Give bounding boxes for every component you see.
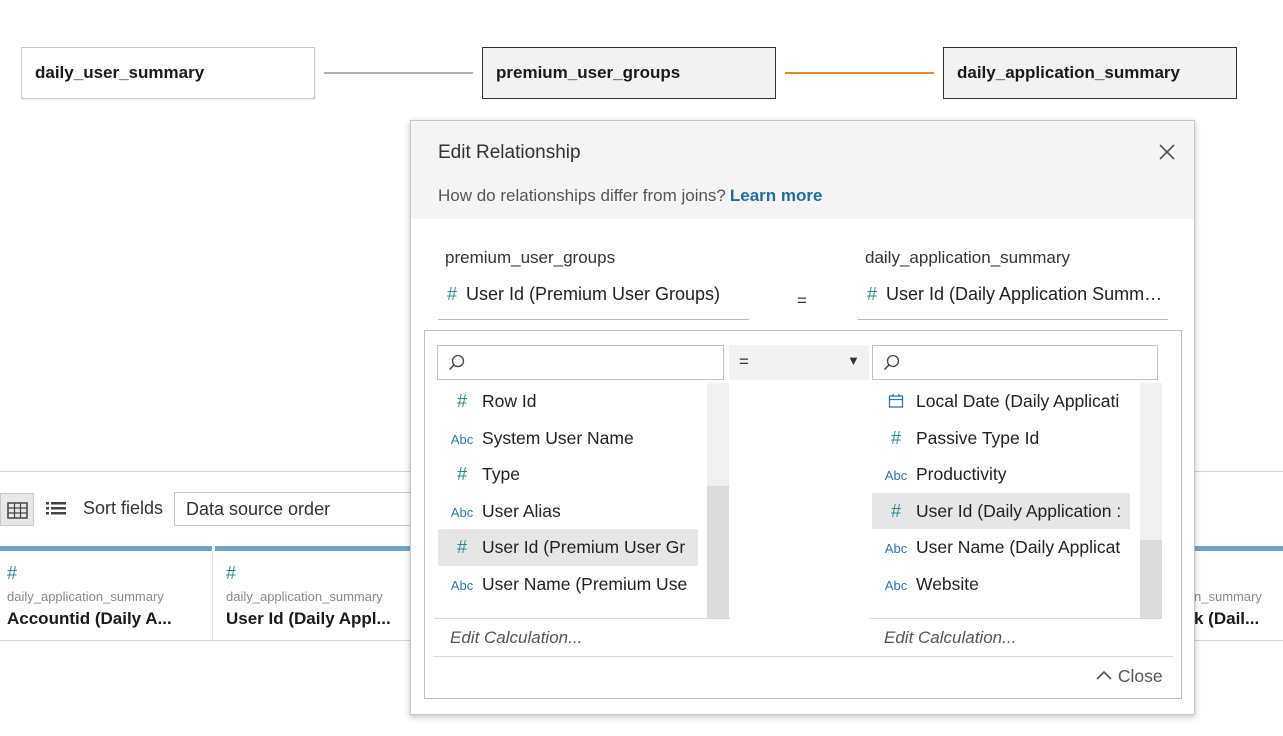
field-source: daily_application_summary (7, 589, 164, 604)
chevron-down-icon: ▼ (847, 353, 860, 368)
right-table-name: daily_application_summary (865, 248, 1071, 267)
number-icon: # (456, 391, 467, 411)
close-icon[interactable] (1154, 139, 1180, 165)
operator-label: = (797, 291, 807, 310)
list-item[interactable]: Local Date (Daily Applicati (872, 383, 1130, 420)
list-item-selected[interactable]: # User Id (Daily Application : (872, 492, 1130, 529)
relationship-line-orange[interactable] (785, 72, 934, 74)
right-scrollbar[interactable] (1140, 383, 1162, 618)
list-item-label: Website (916, 573, 979, 594)
operator-select[interactable]: = ▼ (729, 345, 869, 380)
divider (434, 618, 730, 619)
operator-value: = (739, 352, 749, 371)
learn-more-link[interactable]: Learn more (730, 186, 823, 205)
number-icon: # (7, 563, 18, 583)
right-edit-calculation-link[interactable]: Edit Calculation... (884, 628, 1016, 648)
grid-icon (7, 502, 28, 519)
right-field-picker[interactable]: # User Id (Daily Application Summ… (858, 284, 1168, 320)
text-type-icon: Abc (884, 468, 908, 483)
left-field-list: # Row Id Abc System User Name # Type Abc Use… (438, 383, 698, 618)
field-column-partial[interactable]: n_summary k (Dail... (1180, 551, 1283, 641)
list-item[interactable]: # Passive Type Id (872, 420, 1130, 457)
sort-fields-label: Sort fields (83, 498, 164, 518)
list-item-selected[interactable]: # User Id (Premium User Gr (438, 529, 698, 566)
text-type-icon: Abc (450, 504, 474, 520)
field-name: Accountid (Daily A... (7, 609, 172, 628)
number-icon: # (866, 284, 877, 304)
field-column-user-id[interactable]: # daily_application_summary User Id (Dai… (219, 551, 414, 641)
text-type-icon: Abc (884, 577, 908, 593)
close-button[interactable]: Close (1095, 666, 1163, 687)
close-button-label: Close (1117, 666, 1163, 686)
left-table-name: premium_user_groups (445, 248, 616, 267)
list-item-label: Productivity (916, 464, 1007, 484)
text-type-icon: Abc (450, 577, 474, 593)
list-item[interactable]: Abc Website (872, 566, 1130, 603)
calendar-icon (876, 384, 916, 420)
list-item-label: System User Name (482, 427, 634, 448)
left-field-picker[interactable]: # User Id (Premium User Groups) (438, 284, 749, 320)
dialog-title: Edit Relationship (438, 142, 581, 163)
field-column-accountid[interactable]: # daily_application_summary Accountid (D… (0, 551, 213, 641)
search-icon (448, 354, 465, 371)
help-text: How do relationships differ from joins? L… (438, 186, 822, 206)
right-field-label: User Id (Daily Application Summ… (886, 284, 1163, 304)
number-icon: # (456, 537, 467, 557)
list-item[interactable]: Abc Productivity (872, 456, 1130, 493)
search-icon (883, 354, 900, 371)
list-item[interactable]: Abc User Name (Premium Use (438, 566, 698, 603)
list-item-label: User Alias (482, 500, 561, 521)
number-icon: # (456, 464, 467, 484)
field-name: User Id (Daily Appl... (226, 609, 391, 628)
list-item[interactable]: # Row Id (438, 383, 698, 420)
number-icon: # (890, 500, 901, 521)
number-icon: # (890, 427, 901, 448)
grid-view-button[interactable] (0, 493, 34, 526)
left-search-input[interactable] (437, 345, 724, 380)
left-field-label: User Id (Premium User Groups) (466, 284, 721, 304)
list-view-button[interactable] (40, 493, 74, 526)
left-edit-calculation-link[interactable]: Edit Calculation... (450, 628, 582, 648)
number-icon: # (226, 563, 237, 583)
scrollbar-thumb[interactable] (707, 486, 729, 618)
text-type-icon: Abc (450, 431, 474, 447)
list-icon (46, 502, 66, 515)
number-icon: # (446, 284, 457, 304)
chevron-up-icon (1096, 670, 1112, 680)
left-scrollbar[interactable] (707, 383, 729, 618)
relationship-line-gray[interactable] (324, 72, 473, 74)
field-source: daily_application_summary (226, 589, 383, 604)
right-search-input[interactable] (872, 345, 1158, 380)
text-type-icon: Abc (884, 541, 908, 556)
divider (433, 656, 1173, 657)
list-item-label: Passive Type Id (916, 427, 1040, 448)
list-item-label: User Name (Daily Applicat (916, 537, 1121, 557)
list-item-label: Row Id (482, 391, 537, 411)
list-item-label: Type (482, 464, 520, 484)
list-item[interactable]: Abc System User Name (438, 420, 698, 457)
list-item-label: User Name (Premium Use (482, 573, 688, 594)
list-item[interactable]: # Type (438, 456, 698, 493)
sort-fields-select[interactable]: Data source order (174, 492, 434, 526)
help-question: How do relationships differ from joins? (438, 186, 726, 205)
list-item[interactable]: Abc User Alias (438, 493, 698, 530)
list-item[interactable]: Abc User Name (Daily Applicat (872, 529, 1130, 566)
field-selector-panel: = ▼ # Row Id Abc System User Name # Type Ab… (424, 330, 1182, 699)
right-field-list: Local Date (Daily Applicati # Passive Typ… (872, 383, 1130, 618)
table-daily-application-summary[interactable]: daily_application_summary (943, 47, 1237, 99)
divider (869, 618, 1162, 619)
field-source: n_summary (1194, 589, 1262, 604)
list-item-label: User Id (Premium User Gr (482, 537, 686, 557)
list-item-label: User Id (Daily Application : (916, 500, 1122, 521)
table-premium-user-groups[interactable]: premium_user_groups (482, 47, 776, 99)
field-name: k (Dail... (1194, 609, 1260, 628)
table-daily-user-summary[interactable]: daily_user_summary (21, 47, 315, 99)
scrollbar-thumb[interactable] (1140, 540, 1162, 618)
list-item-label: Local Date (Daily Applicati (916, 391, 1120, 411)
edit-relationship-dialog: Edit Relationship How do relationships d… (410, 120, 1195, 715)
